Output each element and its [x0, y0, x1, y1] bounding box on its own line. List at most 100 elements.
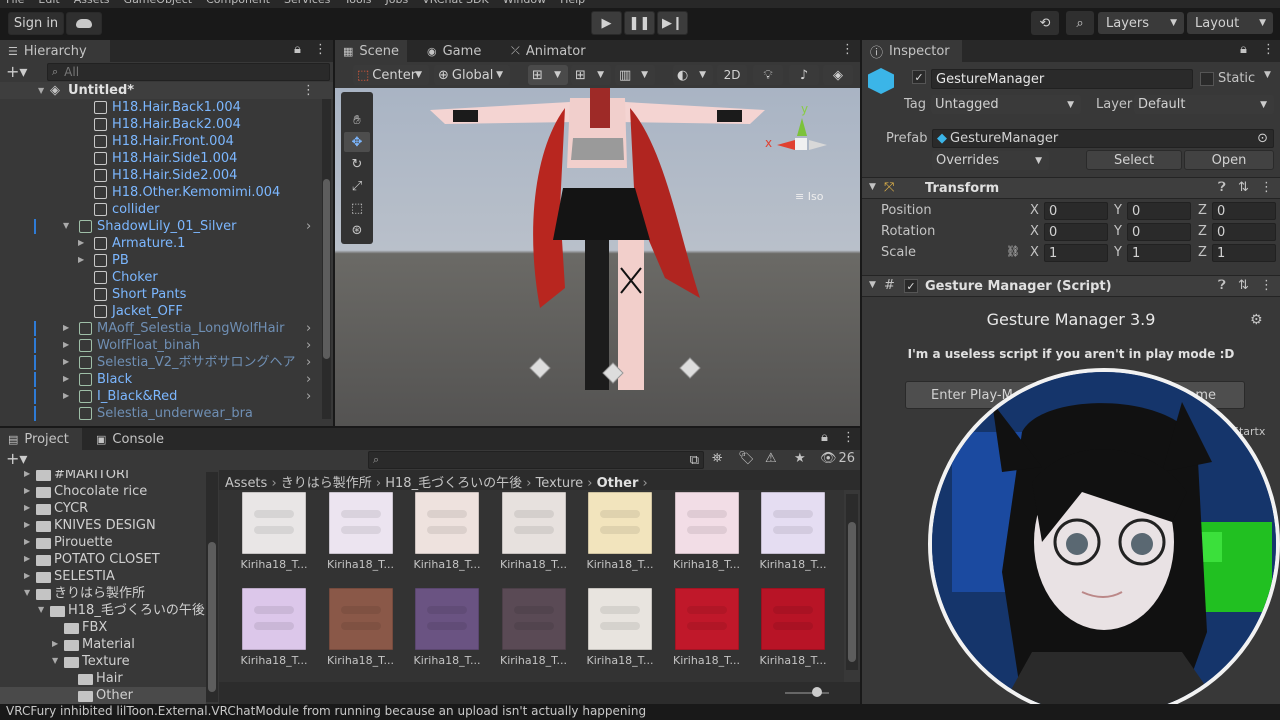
chevron-right-icon[interactable]: ▶: [63, 374, 75, 383]
scene-header-row[interactable]: ▼ ◈ Untitled* ⋮: [0, 82, 333, 99]
preset-icon[interactable]: ⇅: [1238, 278, 1249, 293]
chevron-right-icon[interactable]: ▶: [63, 391, 75, 400]
rotate-tool-icon[interactable]: ↻: [344, 154, 370, 174]
scene-viewport[interactable]: ✋︎ ✥ ↻ ⤢ ⬚ ⊛ y x ≡ Iso: [335, 88, 860, 426]
script-enabled-checkbox[interactable]: ✓: [904, 279, 918, 293]
transform-tool-icon[interactable]: ⊛: [344, 220, 370, 240]
breadcrumb-item[interactable]: きりはら製作所: [281, 476, 372, 491]
hierarchy-item[interactable]: collider: [0, 201, 320, 218]
toggle-2d-button[interactable]: 2D: [717, 65, 747, 85]
lighting-button[interactable]: 💡︎: [753, 65, 783, 85]
hierarchy-item[interactable]: H18.Hair.Front.004: [0, 133, 320, 150]
transform-y-input[interactable]: 1: [1127, 244, 1191, 262]
project-folder-item[interactable]: ▶ Chocolate rice: [0, 483, 206, 500]
chevron-right-icon[interactable]: ▶: [63, 340, 75, 349]
pause-button[interactable]: ❚❚: [624, 11, 655, 35]
transform-y-input[interactable]: 0: [1127, 202, 1191, 220]
overrides-dropdown[interactable]: Overrides ▼: [932, 151, 1049, 170]
asset-item[interactable]: Kiriha18_T...: [237, 490, 317, 580]
scrollbar-thumb[interactable]: [323, 179, 330, 359]
hierarchy-item[interactable]: ▶ MAoff_Selestia_LongWolfHair ›: [0, 320, 320, 337]
tab-scene[interactable]: ▦ Scene: [335, 40, 407, 62]
history-button[interactable]: ⟲: [1031, 11, 1059, 35]
space-dropdown[interactable]: ⊕ Global ▼: [434, 65, 510, 85]
tab-game[interactable]: ◉ Game: [419, 40, 489, 62]
status-message[interactable]: VRCFury inhibited lilToon.External.VRCha…: [6, 704, 646, 718]
link-icon[interactable]: ⛓: [1006, 245, 1020, 258]
chevron-right-icon[interactable]: ▶: [24, 470, 36, 478]
lock-icon[interactable]: 🔒︎: [1240, 42, 1247, 57]
project-folder-item[interactable]: ▼ きりはら製作所: [0, 585, 206, 602]
chevron-right-icon[interactable]: ▶: [78, 255, 90, 264]
search-filter-icon[interactable]: ⧉: [690, 453, 699, 468]
chevron-right-icon[interactable]: ›: [306, 388, 311, 405]
breadcrumb-item[interactable]: Other: [597, 476, 639, 491]
active-checkbox[interactable]: ✓: [912, 70, 926, 84]
step-button[interactable]: ▶❙: [657, 11, 688, 35]
more-icon[interactable]: ⋮: [1262, 42, 1275, 57]
hierarchy-item[interactable]: Short Pants: [0, 286, 320, 303]
warning-filter-icon[interactable]: ⚠︎: [765, 451, 777, 466]
hierarchy-item[interactable]: H18.Hair.Side2.004: [0, 167, 320, 184]
chevron-right-icon[interactable]: ▶: [24, 537, 36, 546]
chevron-right-icon[interactable]: ▶: [78, 238, 90, 247]
cloud-button[interactable]: [66, 12, 102, 35]
asset-item[interactable]: Kiriha18_T...: [410, 586, 490, 676]
layer-dropdown[interactable]: Default ▼: [1134, 95, 1274, 114]
grid-snap-button[interactable]: ⊞ ▼: [528, 65, 568, 85]
breadcrumb-item[interactable]: Assets: [225, 476, 267, 491]
chevron-down-icon[interactable]: ▼: [63, 221, 75, 230]
project-folder-item[interactable]: ▼ H18_毛づくろいの午後: [0, 602, 206, 619]
scrollbar-thumb[interactable]: [208, 542, 216, 692]
chevron-right-icon[interactable]: ›: [306, 371, 311, 388]
pivot-dropdown[interactable]: ⬚ Center ▼: [353, 65, 429, 85]
gear-icon[interactable]: ⚙: [1250, 312, 1263, 328]
project-folder-item[interactable]: FBX: [0, 619, 206, 636]
chevron-down-icon[interactable]: ▼: [52, 656, 64, 665]
rect-tool-icon[interactable]: ⬚: [344, 198, 370, 218]
transform-y-input[interactable]: 0: [1127, 223, 1191, 241]
layout-dropdown[interactable]: Layout ▼: [1187, 12, 1273, 34]
more-icon[interactable]: ⋮: [302, 82, 315, 99]
snap-button[interactable]: ⊞ ▼: [571, 65, 611, 85]
transform-x-input[interactable]: 0: [1044, 202, 1108, 220]
project-folder-item[interactable]: Hair: [0, 670, 206, 687]
asset-item[interactable]: Kiriha18_T...: [237, 586, 317, 676]
orientation-gizmo[interactable]: y x ≡ Iso: [765, 102, 835, 203]
hierarchy-item[interactable]: Jacket_OFF: [0, 303, 320, 320]
asset-item[interactable]: Kiriha18_T...: [324, 586, 404, 676]
chevron-down-icon[interactable]: ▼: [24, 588, 36, 597]
chevron-right-icon[interactable]: ›: [306, 337, 311, 354]
tree-scrollbar[interactable]: [206, 472, 218, 702]
object-name-input[interactable]: GestureManager: [931, 69, 1193, 89]
select-button[interactable]: Select: [1086, 150, 1182, 170]
hierarchy-item[interactable]: ▼ ShadowLily_01_Silver ›: [0, 218, 320, 235]
chevron-right-icon[interactable]: ▶: [52, 639, 64, 648]
transform-z-input[interactable]: 0: [1212, 202, 1276, 220]
hierarchy-item[interactable]: ▶ PB: [0, 252, 320, 269]
chevron-right-icon[interactable]: ▶: [63, 323, 75, 332]
tag-dropdown[interactable]: Untagged ▼: [931, 95, 1081, 114]
breadcrumb-item[interactable]: Texture: [536, 476, 584, 491]
script-header[interactable]: ▼ # ✓ Gesture Manager (Script) ❓︎ ⇅ ⋮: [862, 275, 1280, 297]
hierarchy-scrollbar[interactable]: [322, 99, 331, 419]
project-folder-item[interactable]: ▶ Pirouette: [0, 534, 206, 551]
search-button[interactable]: ⌕: [1066, 11, 1094, 35]
audio-button[interactable]: ♪: [789, 65, 819, 85]
transform-x-input[interactable]: 0: [1044, 223, 1108, 241]
chevron-right-icon[interactable]: ›: [306, 354, 311, 371]
asset-item[interactable]: Kiriha18_T...: [756, 490, 836, 580]
gizmo-projection-label[interactable]: ≡ Iso: [795, 190, 823, 203]
more-icon[interactable]: ⋮: [314, 42, 327, 57]
more-icon[interactable]: ⋮: [1260, 180, 1273, 195]
help-icon[interactable]: ❓︎: [1218, 180, 1226, 195]
project-search-input[interactable]: ⌕ ⧉: [368, 451, 704, 469]
asset-item[interactable]: Kiriha18_T...: [324, 490, 404, 580]
more-icon[interactable]: ⋮: [841, 42, 854, 57]
asset-item[interactable]: Kiriha18_T...: [583, 490, 663, 580]
effects-button[interactable]: ◈: [823, 65, 853, 85]
asset-item[interactable]: Kiriha18_T...: [670, 490, 750, 580]
chevron-right-icon[interactable]: ›: [306, 320, 311, 337]
chevron-right-icon[interactable]: ›: [306, 218, 311, 235]
asset-item[interactable]: Kiriha18_T...: [497, 586, 577, 676]
